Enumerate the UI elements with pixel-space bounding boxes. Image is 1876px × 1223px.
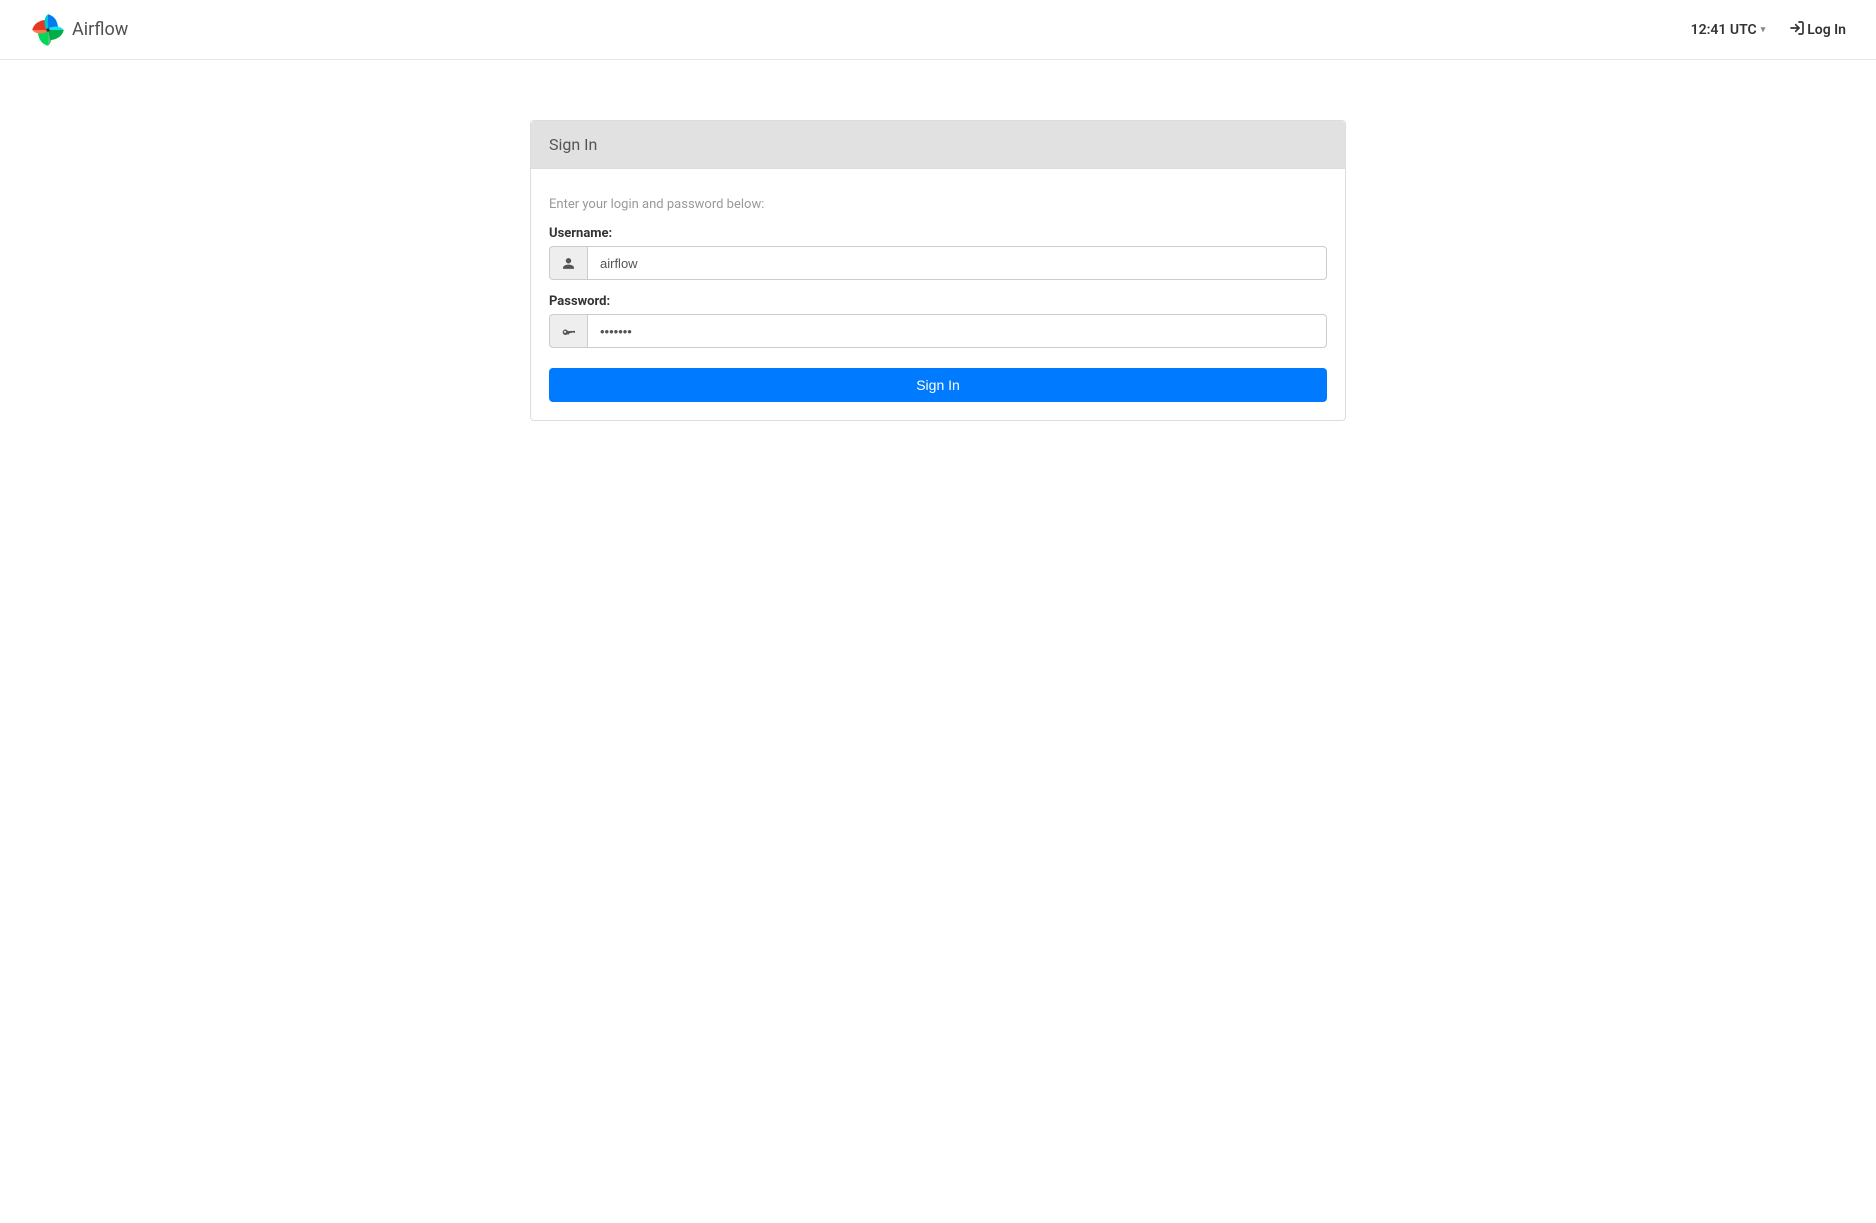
user-icon [549,246,587,280]
instructions-text: Enter your login and password below: [549,197,1327,212]
login-label: Log In [1807,22,1846,38]
key-icon [549,314,587,348]
brand-text: Airflow [72,19,128,40]
panel-title: Sign In [531,121,1345,169]
panel-body: Enter your login and password below: Use… [531,169,1345,420]
username-group [549,246,1327,280]
signin-panel: Sign In Enter your login and password be… [530,120,1346,421]
password-group [549,314,1327,348]
username-input[interactable] [587,246,1327,280]
brand-link[interactable]: Airflow [30,12,128,48]
password-input[interactable] [587,314,1327,348]
navbar-left: Airflow [30,12,128,48]
password-label: Password: [549,294,1327,309]
navbar-right: 12:41 UTC ▾ Log In [1691,20,1846,40]
login-icon [1789,20,1805,40]
top-navbar: Airflow 12:41 UTC ▾ Log In [0,0,1876,60]
clock-time: 12:41 UTC [1691,22,1757,38]
signin-button[interactable]: Sign In [549,368,1327,402]
chevron-down-icon: ▾ [1761,25,1766,35]
airflow-logo-icon [30,12,66,48]
clock-dropdown[interactable]: 12:41 UTC ▾ [1691,22,1766,38]
main-container: Sign In Enter your login and password be… [510,120,1366,421]
login-link[interactable]: Log In [1789,20,1846,40]
username-label: Username: [549,226,1327,241]
